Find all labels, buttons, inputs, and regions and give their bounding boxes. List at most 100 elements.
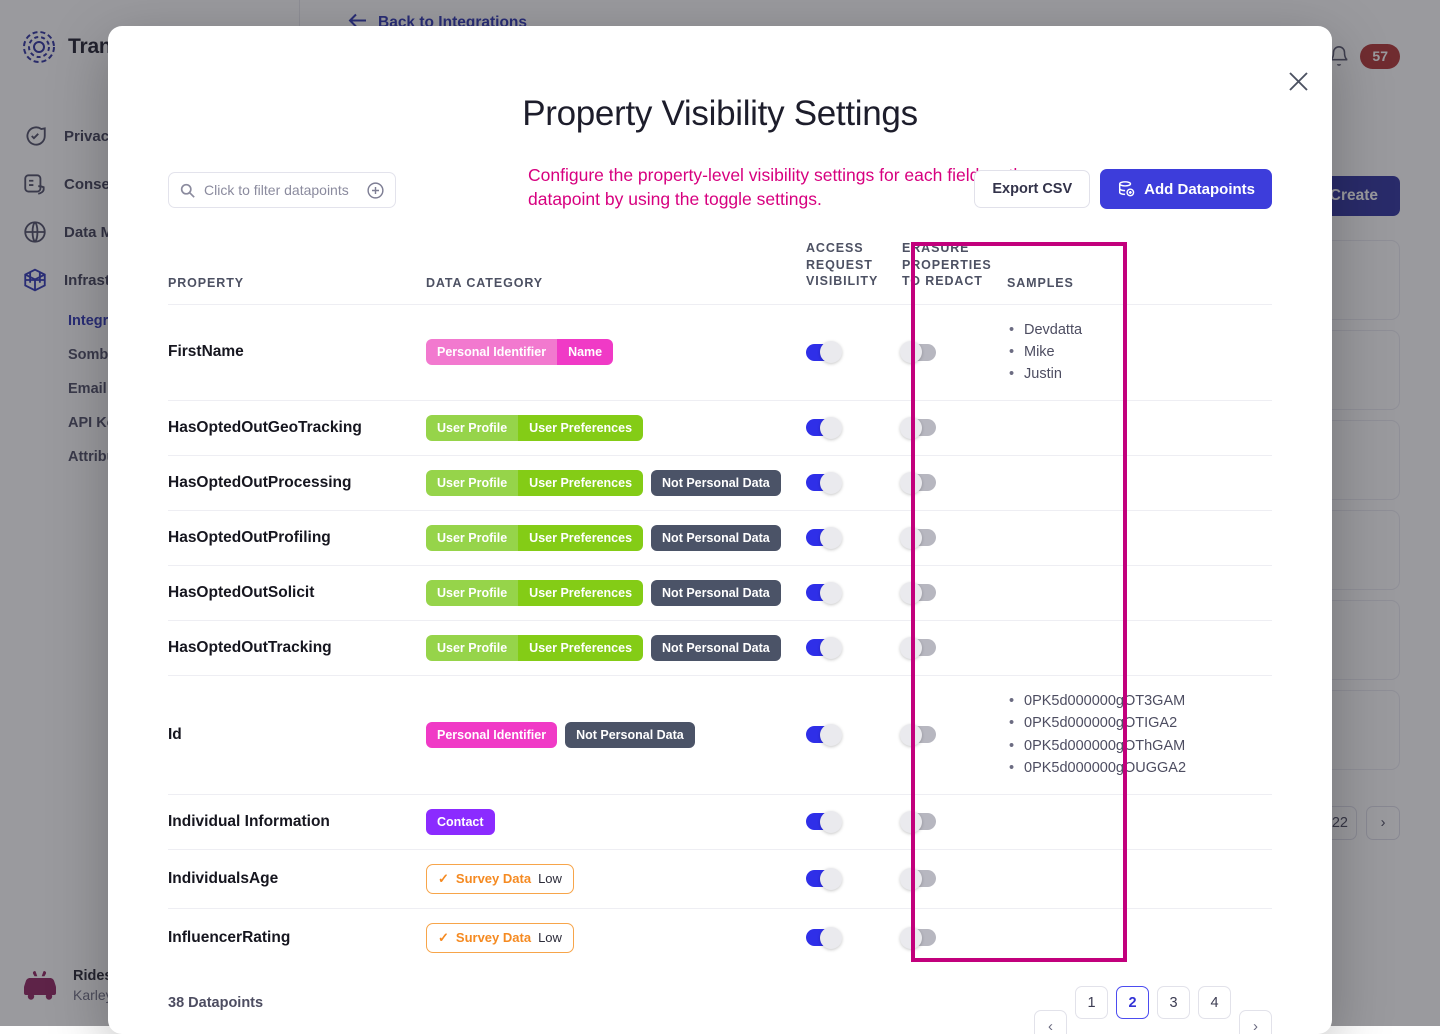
toggle-wrap: [902, 870, 1007, 887]
add-datapoints-button[interactable]: Add Datapoints: [1100, 169, 1272, 209]
access-request-visibility-toggle[interactable]: [806, 419, 840, 436]
cell-data-category: User ProfileUser Preferences: [426, 400, 806, 455]
tag[interactable]: Personal Identifier: [426, 722, 557, 748]
toggle-knob: [900, 811, 922, 833]
cell-erasure-properties-to-redact: [902, 565, 1007, 620]
cell-erasure-properties-to-redact: [902, 675, 1007, 794]
pagination-page-2[interactable]: 2: [1116, 986, 1149, 1019]
access-request-visibility-toggle[interactable]: [806, 584, 840, 601]
erasure-properties-to-redact-toggle[interactable]: [902, 639, 936, 656]
close-icon[interactable]: [1281, 64, 1315, 98]
pagination-page-3[interactable]: 3: [1157, 986, 1190, 1019]
tag-pair: User ProfileUser Preferences: [426, 580, 643, 606]
tag-group: ✓Survey DataLow: [426, 864, 806, 894]
cell-samples: DevdattaMikeJustin: [1007, 304, 1272, 400]
cell-data-category: ✓Survey DataLow: [426, 849, 806, 908]
cell-samples: [1007, 455, 1272, 510]
export-csv-button[interactable]: Export CSV: [974, 170, 1090, 208]
tag[interactable]: User Preferences: [518, 635, 643, 661]
erasure-properties-to-redact-toggle[interactable]: [902, 529, 936, 546]
tag[interactable]: Not Personal Data: [651, 470, 781, 496]
tag[interactable]: Not Personal Data: [651, 580, 781, 606]
toggle-knob: [820, 868, 842, 890]
toggle-knob: [900, 927, 922, 949]
tag[interactable]: User Profile: [426, 415, 518, 441]
access-request-visibility-toggle[interactable]: [806, 726, 840, 743]
access-request-visibility-toggle[interactable]: [806, 870, 840, 887]
cell-samples: [1007, 620, 1272, 675]
tag[interactable]: User Preferences: [518, 580, 643, 606]
cell-samples: [1007, 400, 1272, 455]
toggle-wrap: [806, 344, 902, 361]
erasure-properties-to-redact-toggle[interactable]: [902, 474, 936, 491]
tag[interactable]: User Preferences: [518, 470, 643, 496]
access-request-visibility-toggle[interactable]: [806, 529, 840, 546]
toggle-wrap: [806, 639, 902, 656]
access-request-visibility-toggle[interactable]: [806, 929, 840, 946]
table-row: Individual InformationContact: [168, 794, 1272, 849]
property-name: Id: [168, 726, 426, 744]
tag-group: User ProfileUser Preferences: [426, 415, 806, 441]
tag[interactable]: User Profile: [426, 635, 518, 661]
cell-samples: [1007, 849, 1272, 908]
erasure-properties-to-redact-toggle[interactable]: [902, 419, 936, 436]
cell-data-category: User ProfileUser Preferences Not Personal…: [426, 455, 806, 510]
access-request-visibility-toggle[interactable]: [806, 813, 840, 830]
cell-access-request-visibility: [806, 565, 902, 620]
cell-samples: [1007, 794, 1272, 849]
cell-access-request-visibility: [806, 675, 902, 794]
erasure-properties-to-redact-toggle[interactable]: [902, 813, 936, 830]
erasure-properties-to-redact-toggle[interactable]: [902, 584, 936, 601]
filter-placeholder: Click to filter datapoints: [204, 182, 358, 198]
tag-survey-data[interactable]: ✓Survey DataLow: [426, 923, 574, 953]
tag[interactable]: Not Personal Data: [651, 525, 781, 551]
tag[interactable]: User Profile: [426, 580, 518, 606]
tag[interactable]: Personal Identifier: [426, 339, 557, 365]
filter-datapoints-input[interactable]: Click to filter datapoints: [168, 172, 396, 208]
tag[interactable]: Not Personal Data: [651, 635, 781, 661]
property-name: InfluencerRating: [168, 929, 426, 947]
toggle-knob: [820, 527, 842, 549]
toggle-wrap: [806, 813, 902, 830]
column-header-erasure-properties-to-redact: ERASURE PROPERTIES TO REDACT: [902, 240, 1007, 304]
tag-survey-data[interactable]: ✓Survey DataLow: [426, 864, 574, 894]
sample-item: 0PK5d000000gOThGAM: [1007, 735, 1272, 757]
cell-property: HasOptedOutProfiling: [168, 510, 426, 565]
epr-line-3: TO REDACT: [902, 273, 1007, 290]
tag-group: Personal IdentifierName: [426, 339, 806, 365]
tag[interactable]: User Profile: [426, 525, 518, 551]
pagination-prev[interactable]: ‹: [1034, 1010, 1067, 1034]
toggle-wrap: [902, 474, 1007, 491]
tag[interactable]: Contact: [426, 809, 495, 835]
tag[interactable]: User Preferences: [518, 525, 643, 551]
add-filter-icon[interactable]: [367, 182, 384, 199]
cell-access-request-visibility: [806, 400, 902, 455]
erasure-properties-to-redact-toggle[interactable]: [902, 929, 936, 946]
toggle-knob: [820, 341, 842, 363]
toggle-knob: [900, 472, 922, 494]
toggle-knob: [900, 417, 922, 439]
samples-list: DevdattaMikeJustin: [1007, 319, 1272, 386]
sample-item: Devdatta: [1007, 319, 1272, 341]
tag[interactable]: User Preferences: [518, 415, 643, 441]
arv-line-2: REQUEST: [806, 257, 902, 274]
table-body: FirstNamePersonal IdentifierNameDevdatta…: [168, 304, 1272, 967]
tag[interactable]: User Profile: [426, 470, 518, 496]
toggle-wrap: [902, 813, 1007, 830]
tag[interactable]: Name: [557, 339, 613, 365]
pagination: ‹ 1234 ›: [1034, 962, 1272, 1034]
access-request-visibility-toggle[interactable]: [806, 344, 840, 361]
tag[interactable]: Not Personal Data: [565, 722, 695, 748]
access-request-visibility-toggle[interactable]: [806, 639, 840, 656]
pagination-next[interactable]: ›: [1239, 1010, 1272, 1034]
tag-pair: User ProfileUser Preferences: [426, 415, 643, 441]
access-request-visibility-toggle[interactable]: [806, 474, 840, 491]
property-visibility-settings-modal: Property Visibility Settings Click to fi…: [108, 26, 1332, 1034]
pagination-page-4[interactable]: 4: [1198, 986, 1231, 1019]
erasure-properties-to-redact-toggle[interactable]: [902, 344, 936, 361]
pagination-page-1[interactable]: 1: [1075, 986, 1108, 1019]
toggle-knob: [900, 724, 922, 746]
column-header-property: PROPERTY: [168, 240, 426, 304]
erasure-properties-to-redact-toggle[interactable]: [902, 870, 936, 887]
erasure-properties-to-redact-toggle[interactable]: [902, 726, 936, 743]
